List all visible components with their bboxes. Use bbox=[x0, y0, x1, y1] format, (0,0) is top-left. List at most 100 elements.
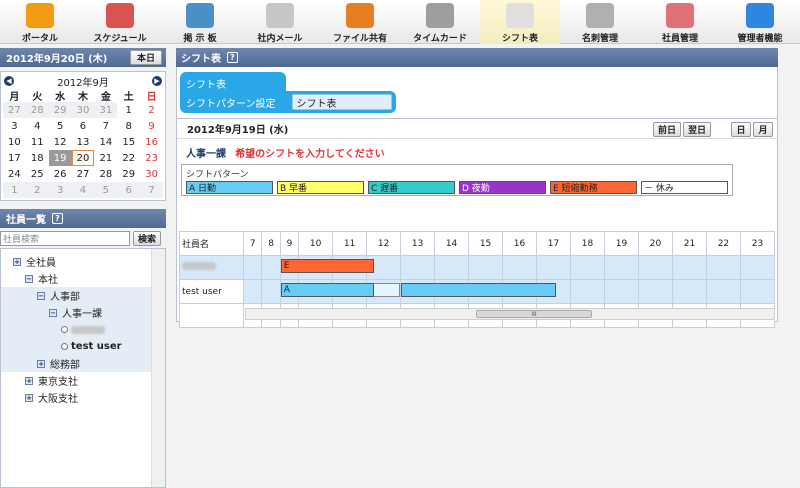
shift-cell[interactable] bbox=[261, 279, 281, 304]
calendar-day[interactable]: 11 bbox=[26, 134, 49, 150]
calendar-day[interactable]: 3 bbox=[3, 118, 26, 134]
nav-item[interactable]: 管理者機能 bbox=[720, 0, 800, 44]
calendar-day[interactable]: 4 bbox=[26, 118, 49, 134]
expand-icon[interactable]: + bbox=[25, 393, 33, 402]
tree-node[interactable]: + 大阪支社 bbox=[1, 389, 165, 406]
calendar-day[interactable]: 2 bbox=[140, 102, 163, 118]
calendar-day[interactable]: 30 bbox=[71, 102, 95, 118]
expand-icon[interactable]: + bbox=[13, 257, 21, 266]
calendar-day[interactable]: 16 bbox=[140, 134, 163, 150]
calendar-day[interactable]: 5 bbox=[94, 182, 118, 198]
month-view-button[interactable]: 月 bbox=[753, 122, 773, 137]
shift-cell[interactable] bbox=[400, 279, 557, 304]
scrollbar-thumb[interactable]: III bbox=[476, 310, 592, 318]
employee-search-button[interactable]: 検索 bbox=[133, 231, 161, 246]
calendar-day[interactable]: 7 bbox=[94, 118, 117, 134]
tree-node[interactable]: + 総務部 bbox=[1, 355, 165, 372]
prev-day-button[interactable]: 前日 bbox=[653, 122, 681, 137]
prev-month-icon[interactable]: ◀ bbox=[4, 76, 14, 86]
shift-cell[interactable] bbox=[242, 279, 263, 304]
calendar-day[interactable]: 7 bbox=[140, 182, 163, 198]
nav-item[interactable]: 社内メール bbox=[240, 0, 320, 44]
next-month-icon[interactable]: ▶ bbox=[152, 76, 162, 86]
shift-cell[interactable]: E bbox=[279, 255, 374, 280]
tree-node[interactable]: − 人事一課 bbox=[1, 304, 165, 321]
shift-pattern-chip[interactable]: D 夜勤 bbox=[459, 181, 546, 194]
shift-pattern-chip[interactable]: B 早番 bbox=[277, 181, 364, 194]
calendar-day[interactable]: 21 bbox=[94, 150, 117, 166]
calendar-day[interactable]: 29 bbox=[48, 102, 72, 118]
calendar-day[interactable]: 2 bbox=[25, 182, 49, 198]
shift-cell[interactable] bbox=[242, 255, 263, 280]
horizontal-scrollbar[interactable]: III bbox=[245, 308, 775, 320]
calendar-day[interactable]: 6 bbox=[117, 182, 141, 198]
shift-bar[interactable]: E bbox=[280, 259, 374, 273]
tab-shift-table[interactable]: シフト表 bbox=[180, 72, 286, 92]
shift-cell[interactable] bbox=[468, 255, 504, 280]
next-day-button[interactable]: 翌日 bbox=[683, 122, 711, 137]
shift-pattern-chip[interactable]: E 短縮勤務 bbox=[550, 181, 637, 194]
calendar-day[interactable]: 26 bbox=[49, 166, 72, 182]
shift-pattern-chip[interactable]: C 遅番 bbox=[368, 181, 455, 194]
collapse-icon[interactable]: − bbox=[49, 308, 57, 317]
calendar-day[interactable]: 5 bbox=[49, 118, 72, 134]
calendar-day[interactable]: 24 bbox=[3, 166, 26, 182]
calendar-day[interactable]: 28 bbox=[25, 102, 49, 118]
shift-cell[interactable] bbox=[536, 255, 571, 280]
shift-cell[interactable] bbox=[637, 255, 673, 280]
calendar-day[interactable]: 28 bbox=[94, 166, 117, 182]
nav-item[interactable]: ファイル共有 bbox=[320, 0, 400, 44]
shift-cell[interactable] bbox=[570, 255, 605, 280]
calendar-day[interactable]: 25 bbox=[26, 166, 49, 182]
nav-item[interactable]: シフト表 bbox=[480, 0, 560, 44]
calendar-day[interactable]: 1 bbox=[3, 182, 26, 198]
help-icon[interactable]: ? bbox=[52, 213, 63, 224]
shift-cell[interactable] bbox=[637, 279, 673, 304]
nav-item[interactable]: ポータル bbox=[0, 0, 80, 44]
shift-cell[interactable] bbox=[434, 255, 470, 280]
shift-bar[interactable]: A bbox=[280, 283, 374, 297]
nav-item[interactable]: 名刺管理 bbox=[560, 0, 640, 44]
tree-node[interactable]: + 全社員 bbox=[1, 253, 165, 270]
nav-item[interactable]: 社員管理 bbox=[640, 0, 720, 44]
calendar-day[interactable]: 27 bbox=[72, 166, 95, 182]
calendar-day[interactable]: 3 bbox=[48, 182, 72, 198]
today-button[interactable]: 本日 bbox=[129, 50, 162, 65]
shift-cell[interactable] bbox=[739, 279, 776, 304]
collapse-icon[interactable]: − bbox=[37, 291, 45, 300]
shift-cell[interactable] bbox=[671, 255, 707, 280]
tree-node[interactable] bbox=[1, 321, 165, 338]
calendar-day[interactable]: 15 bbox=[117, 134, 140, 150]
shift-cell[interactable] bbox=[261, 255, 281, 280]
expand-icon[interactable]: + bbox=[25, 376, 33, 385]
tree-node[interactable]: test user bbox=[1, 338, 165, 355]
tab-pattern-settings[interactable]: シフトパターン設定 bbox=[186, 95, 276, 110]
shift-pattern-chip[interactable]: A 日勤 bbox=[186, 181, 273, 194]
calendar-day[interactable]: 17 bbox=[3, 150, 26, 166]
tree-node[interactable]: + 東京支社 bbox=[1, 372, 165, 389]
tree-node[interactable]: − 本社 bbox=[1, 270, 165, 287]
shift-cell[interactable] bbox=[705, 255, 741, 280]
nav-item[interactable]: スケジュール bbox=[80, 0, 160, 44]
calendar-day[interactable]: 6 bbox=[72, 118, 95, 134]
tree-scrollbar[interactable] bbox=[151, 249, 165, 487]
calendar-day[interactable]: 27 bbox=[3, 102, 26, 118]
calendar-day[interactable]: 1 bbox=[117, 102, 140, 118]
calendar-day[interactable]: 12 bbox=[49, 134, 72, 150]
calendar-day[interactable]: 9 bbox=[140, 118, 163, 134]
day-view-button[interactable]: 日 bbox=[731, 122, 751, 137]
employee-search-input[interactable]: 社員検索 bbox=[0, 231, 130, 246]
shift-cell[interactable] bbox=[603, 255, 639, 280]
shift-pattern-chip[interactable]: － 休み bbox=[641, 181, 728, 194]
calendar-day[interactable]: 22 bbox=[117, 150, 140, 166]
expand-icon[interactable]: + bbox=[37, 359, 45, 368]
calendar-day[interactable]: 14 bbox=[94, 134, 117, 150]
shift-cell[interactable] bbox=[400, 255, 436, 280]
calendar-day[interactable]: 23 bbox=[140, 150, 163, 166]
shift-cell[interactable] bbox=[502, 255, 538, 280]
calendar-day[interactable]: 8 bbox=[117, 118, 140, 134]
shift-cell[interactable] bbox=[705, 279, 741, 304]
shift-cell[interactable] bbox=[671, 279, 707, 304]
nav-item[interactable]: 掲 示 板 bbox=[160, 0, 240, 44]
calendar-day[interactable]: 31 bbox=[94, 102, 118, 118]
